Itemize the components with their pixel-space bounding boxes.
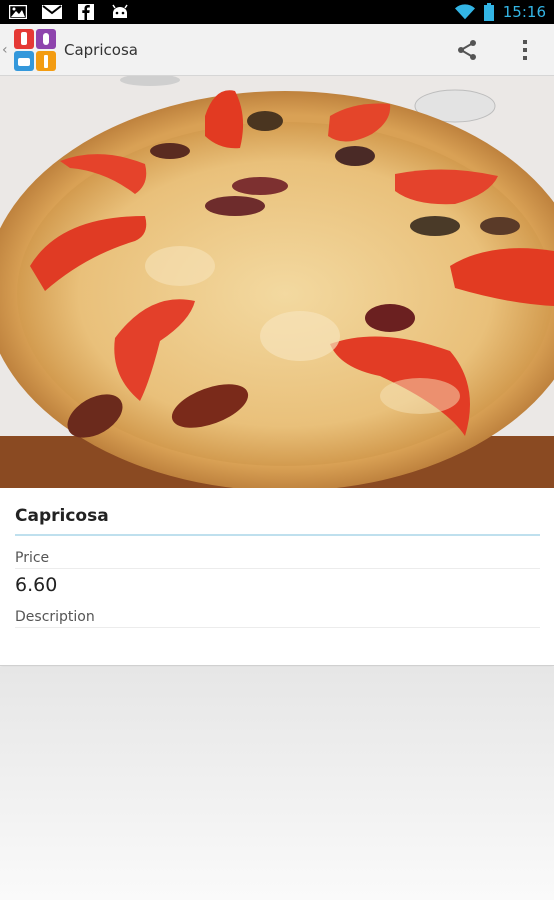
- item-name: Capricosa: [15, 506, 540, 536]
- share-icon: [458, 39, 476, 60]
- overflow-menu-button[interactable]: [496, 24, 554, 76]
- price-label: Price: [15, 550, 540, 569]
- status-bar: 15:16: [0, 0, 554, 24]
- gmail-icon: [42, 4, 62, 20]
- pizza-photo: [0, 76, 554, 488]
- page-title: Capricosa: [64, 40, 138, 59]
- item-detail-card: Capricosa Price 6.60 Description: [0, 488, 554, 666]
- app-logo-icon[interactable]: [12, 27, 58, 73]
- up-caret-icon[interactable]: ‹: [2, 42, 12, 58]
- description-label: Description: [15, 609, 540, 628]
- share-button[interactable]: [438, 24, 496, 76]
- battery-icon: [483, 3, 495, 21]
- picture-icon: [8, 4, 28, 20]
- overflow-menu-icon: [523, 39, 527, 60]
- android-icon: [110, 4, 130, 20]
- facebook-icon: [76, 4, 96, 20]
- action-bar: ‹ Capricosa: [0, 24, 554, 76]
- empty-background: [0, 667, 554, 900]
- price-value: 6.60: [15, 574, 58, 596]
- status-time: 15:16: [502, 3, 546, 21]
- wifi-icon: [454, 4, 475, 20]
